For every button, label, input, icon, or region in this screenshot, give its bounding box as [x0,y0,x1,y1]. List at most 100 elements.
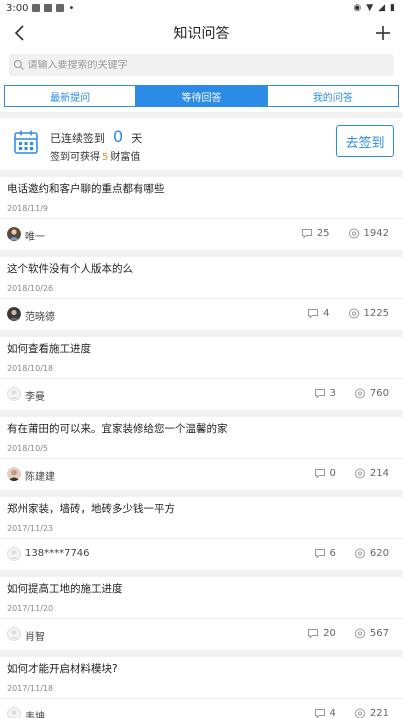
divider [0,618,403,619]
notification-icon [56,4,65,12]
user-name: 唯一 [25,232,45,243]
status-time: 3:00 [6,2,29,14]
comment-icon [314,709,325,718]
tab-bar: 最新提问 等待回答 我的问答 [4,85,399,107]
checkin-panel: 已连续签到 0 天 签到可获得 5 财富值 去签到 [0,118,403,170]
question-date: 2017/11/20 [7,604,54,613]
calendar-icon [14,130,38,154]
view-count: 567 [369,628,389,639]
question-title[interactable]: 有在莆田的可以来。宜家装修给您一个温馨的家 [7,421,228,436]
app-bar: 知识问答 [0,16,403,50]
view-count: 221 [369,708,389,718]
question-card[interactable]: 有在莆田的可以来。宜家装修给您一个温馨的家 2018/10/5 陈建建 0 21… [0,417,403,490]
notification-icon: • [68,2,75,14]
search-box[interactable] [9,54,394,76]
search-input[interactable] [27,59,394,71]
comment-count: 25 [316,228,330,239]
comment-count: 6 [329,548,336,559]
divider [0,698,403,699]
notification-icon [44,4,53,12]
user-name: 韦坤 [25,712,45,718]
comment-icon [314,549,325,559]
search-bar [0,50,403,82]
default-avatar-icon[interactable] [7,547,21,561]
question-date: 2017/11/23 [7,524,54,533]
divider [0,458,403,459]
divider [0,378,403,379]
divider [0,298,403,299]
question-stats: 0 214 [314,468,389,479]
back-icon[interactable] [10,23,30,43]
tab-awaiting-answer[interactable]: 等待回答 [135,86,267,106]
view-icon [354,628,365,639]
question-date: 2018/10/5 [7,444,49,453]
question-stats: 6 620 [314,548,389,559]
notification-icon [32,4,41,12]
question-title[interactable]: 如何提高工地的施工进度 [7,581,123,596]
view-icon [348,308,359,319]
question-title[interactable]: 郑州家装，墙砖，地砖多少钱一平方 [7,501,175,516]
default-avatar-icon[interactable] [7,627,21,641]
question-card[interactable]: 郑州家装，墙砖，地砖多少钱一平方 2017/11/23 138****7746 … [0,497,403,570]
comment-count: 0 [329,468,336,479]
question-title[interactable]: 如何才能开启材料模块? [7,661,118,676]
view-count: 1942 [363,228,389,239]
divider [0,218,403,219]
user-avatar[interactable] [7,227,21,241]
default-avatar-icon[interactable] [7,707,21,718]
view-count: 760 [369,388,389,399]
comment-icon [314,389,325,399]
streak-days: 0 [113,127,124,146]
question-stats: 4 221 [314,708,389,718]
divider [0,538,403,539]
user-avatar[interactable] [7,467,21,481]
comment-icon [308,309,319,319]
page-title: 知识问答 [173,26,230,42]
reward-points: 5 [102,152,109,163]
question-card[interactable]: 如何提高工地的施工进度 2017/11/20 肖智 20 567 [0,577,403,650]
question-stats: 25 1942 [301,228,389,239]
question-card[interactable]: 如何查看施工进度 2018/10/18 李曼 3 760 [0,337,403,410]
view-icon [354,388,365,399]
question-date: 2017/11/18 [7,684,54,693]
status-bar: 3:00 • ◉ ▼ ◢ ▮ [0,0,403,16]
view-count: 214 [369,468,389,479]
question-title[interactable]: 电话邀约和客户聊的重点都有哪些 [7,181,165,196]
user-name: 陈建建 [25,472,55,483]
checkin-button[interactable]: 去签到 [336,125,394,157]
question-card[interactable]: 电话邀约和客户聊的重点都有哪些 2018/11/9 唯一 25 1942 [0,177,403,250]
question-stats: 4 1225 [307,308,389,319]
view-icon [354,548,365,559]
view-icon [354,708,365,718]
user-name: 范晓德 [25,312,55,323]
question-date: 2018/11/9 [7,204,49,213]
streak-prefix: 已连续签到 [50,132,105,145]
question-title[interactable]: 这个软件没有个人版本的么 [7,261,133,276]
view-icon [348,228,359,239]
reward-prefix: 签到可获得 [50,152,100,163]
default-avatar-icon[interactable] [7,387,21,401]
user-name: 肖智 [25,632,45,643]
user-avatar[interactable] [7,307,21,321]
add-question-icon[interactable] [373,23,393,43]
search-icon [13,60,24,70]
question-list: 电话邀约和客户聊的重点都有哪些 2018/11/9 唯一 25 1942 这个软… [0,177,403,718]
tab-latest[interactable]: 最新提问 [5,86,135,106]
question-card[interactable]: 这个软件没有个人版本的么 2018/10/26 范晓德 4 1225 [0,257,403,330]
comment-icon [314,469,325,479]
tab-my-qa[interactable]: 我的问答 [266,86,398,106]
view-count: 1225 [363,308,389,319]
battery-icon: ▮ [390,3,395,13]
signal-icon: ◢ [378,3,386,13]
question-card[interactable]: 如何才能开启材料模块? 2017/11/18 韦坤 4 221 [0,657,403,718]
checkin-streak: 已连续签到 0 天 [50,127,142,146]
question-title[interactable]: 如何查看施工进度 [7,341,91,356]
question-date: 2018/10/26 [7,284,54,293]
user-name: 李曼 [25,392,45,403]
comment-icon [308,629,319,639]
question-stats: 3 760 [314,388,389,399]
user-name: 138****7746 [25,548,90,559]
tab-bar-wrap: 最新提问 等待回答 我的问答 [0,82,403,112]
comment-count: 4 [329,708,336,718]
question-date: 2018/10/18 [7,364,54,373]
